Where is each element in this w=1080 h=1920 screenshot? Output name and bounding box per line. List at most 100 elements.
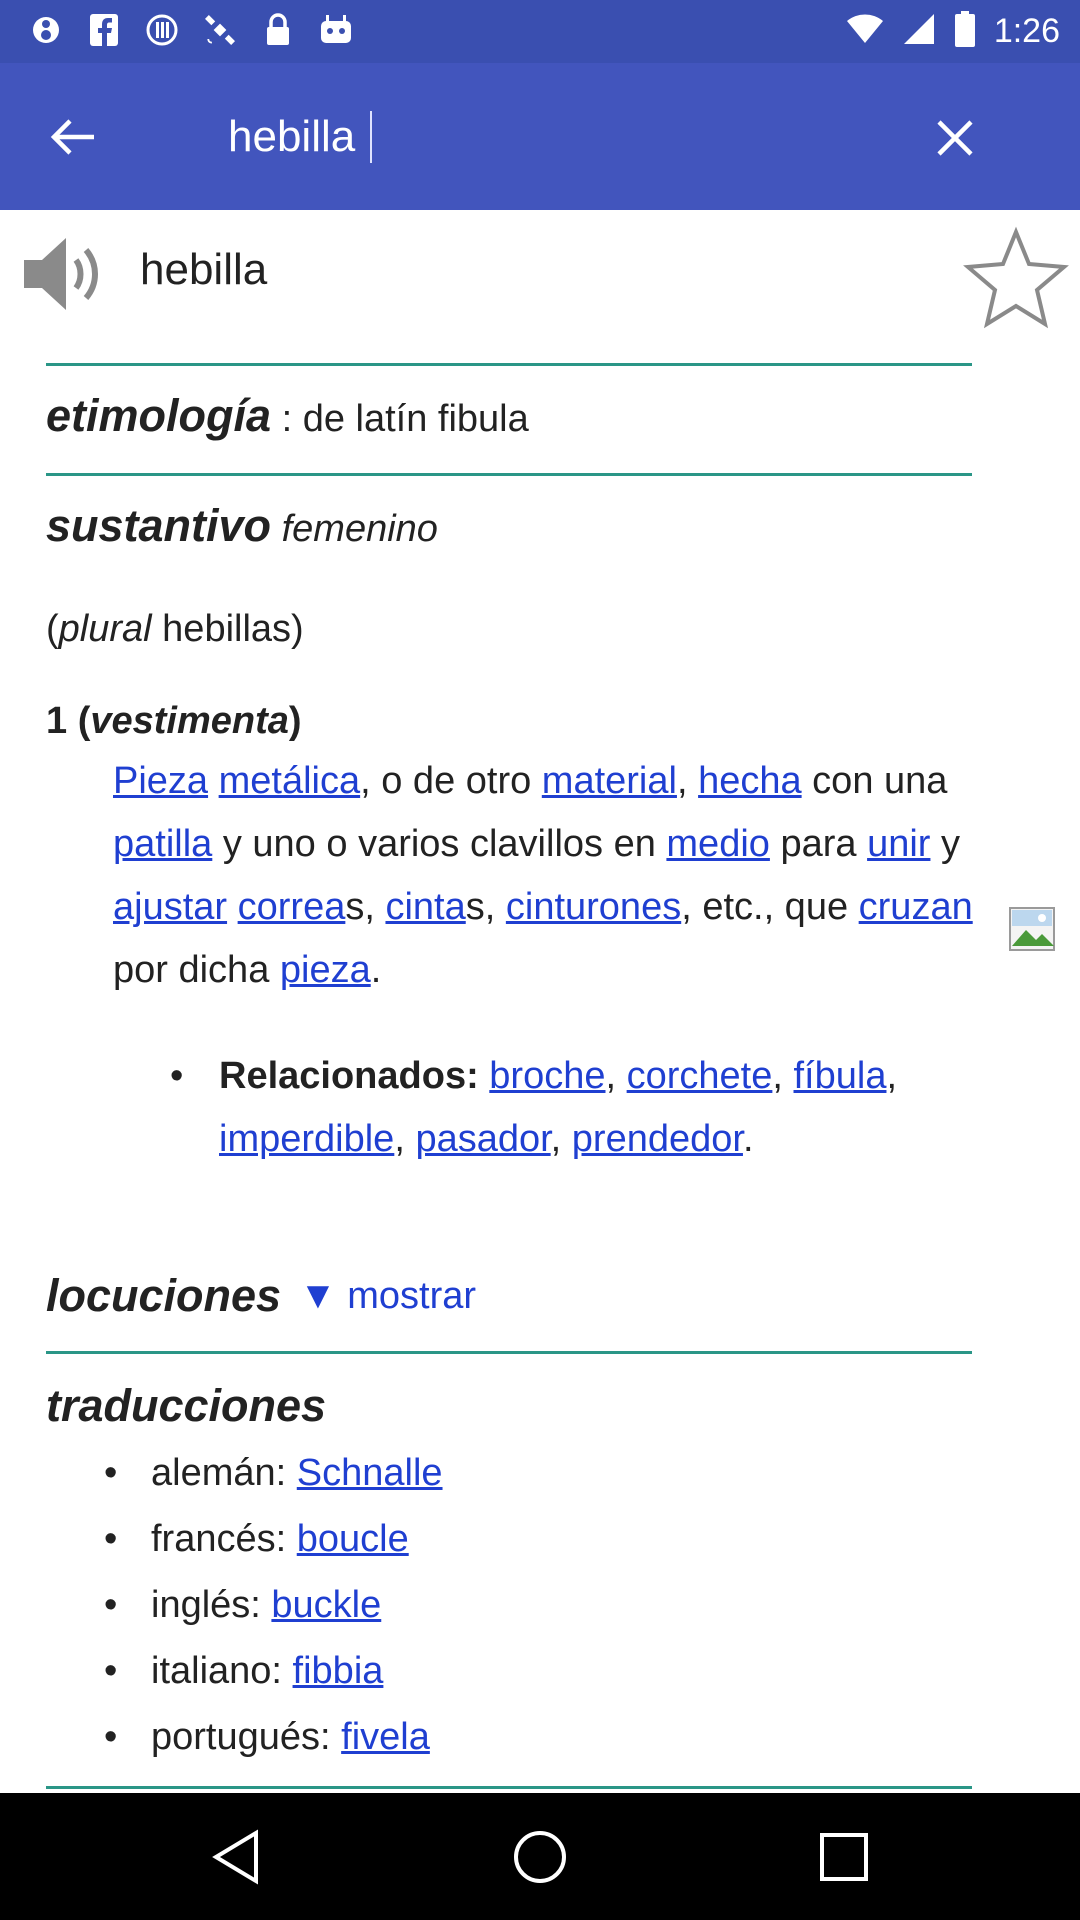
back-button[interactable]	[38, 107, 108, 167]
related-word-link[interactable]: prendedor	[572, 1118, 743, 1160]
definition-link[interactable]: material	[542, 760, 677, 802]
pos-gender: femenino	[281, 508, 438, 550]
nav-recents-icon	[820, 1833, 868, 1881]
section-divider	[46, 1786, 972, 1789]
bullet: •	[170, 1055, 184, 1097]
speaker-button[interactable]	[22, 234, 106, 314]
search-input[interactable]	[228, 112, 368, 162]
section-divider	[46, 1351, 972, 1354]
translation-link[interactable]: boucle	[297, 1518, 409, 1560]
translation-language: francés:	[151, 1518, 287, 1560]
definition-link[interactable]: ajustar	[113, 886, 227, 928]
plural-form: (plural hebillas)	[46, 608, 304, 651]
related-word-link[interactable]: broche	[489, 1055, 605, 1097]
translation-item: italiano: fibbia	[104, 1638, 443, 1704]
text-caret	[370, 111, 372, 163]
nav-back-icon	[212, 1829, 258, 1885]
app-bar	[0, 63, 1080, 210]
back-arrow-icon	[50, 119, 94, 155]
lock-icon	[260, 10, 296, 50]
section-divider	[46, 363, 972, 366]
definition-text: .	[370, 949, 382, 991]
definition-link[interactable]: cinta	[385, 886, 465, 928]
status-icons	[28, 10, 354, 50]
sense-heading: 1 (vestimenta)	[46, 700, 302, 742]
headword-row: hebilla	[0, 210, 1080, 340]
plural-value: hebillas	[162, 608, 292, 650]
definition-text	[227, 886, 238, 928]
cell-signal-icon	[902, 12, 936, 51]
part-of-speech: sustantivo femenino	[46, 500, 438, 552]
definition-text: s,	[345, 886, 386, 928]
sense-number: 1	[46, 700, 68, 742]
plural-close-paren: )	[291, 608, 304, 650]
definition-text	[208, 760, 219, 802]
nav-recents-button[interactable]	[814, 1827, 874, 1887]
expand-triangle-icon: ▼	[299, 1274, 337, 1317]
broken-image-icon	[1008, 906, 1056, 952]
translation-language: italiano:	[151, 1650, 282, 1692]
nav-home-button[interactable]	[510, 1827, 570, 1887]
robot-icon	[318, 10, 354, 50]
definition-link[interactable]: patilla	[113, 823, 212, 865]
headword: hebilla	[140, 245, 268, 294]
definition-text: para	[769, 823, 868, 865]
translation-item: portugués: fivela	[104, 1704, 443, 1770]
favorite-button[interactable]	[962, 226, 1070, 330]
locuciones-section: locuciones ▼ mostrar	[46, 1270, 476, 1322]
locuciones-label: locuciones	[46, 1270, 282, 1321]
plural-open-paren: (	[46, 608, 59, 650]
facebook-icon	[86, 10, 122, 50]
definition-text: s,	[465, 886, 506, 928]
definition-link[interactable]: pieza	[280, 949, 371, 991]
pos-label: sustantivo	[46, 500, 272, 551]
star-outline-icon	[963, 226, 1069, 329]
translation-item: francés: boucle	[104, 1506, 443, 1572]
search-box[interactable]	[228, 97, 828, 177]
related-word-link[interactable]: pasador	[415, 1118, 550, 1160]
definition-link[interactable]: metálica	[219, 760, 361, 802]
related-word-link[interactable]: imperdible	[219, 1118, 394, 1160]
definition-link[interactable]: Pieza	[113, 760, 208, 802]
etymology: etimología : de latín fibula	[46, 390, 529, 442]
satellite-icon	[202, 10, 238, 50]
status-right: 1:26	[846, 8, 1060, 54]
wifi-icon	[846, 13, 884, 50]
definition-link[interactable]: hecha	[698, 760, 802, 802]
translations-list: alemán: Schnallefrancés: boucleinglés: b…	[104, 1440, 443, 1770]
definition-link[interactable]: unir	[867, 823, 930, 865]
translation-link[interactable]: fibbia	[293, 1650, 384, 1692]
navigation-bar	[0, 1793, 1080, 1920]
definition-text: y uno o varios clavillos en	[212, 823, 667, 865]
translation-link[interactable]: Schnalle	[297, 1452, 443, 1494]
close-icon	[937, 120, 973, 156]
definition-link[interactable]: correa	[238, 886, 346, 928]
related-word-link[interactable]: fíbula	[794, 1055, 887, 1097]
translation-language: portugués:	[151, 1716, 331, 1758]
definition-link[interactable]: medio	[666, 823, 770, 865]
related-label: Relacionados:	[219, 1055, 479, 1097]
etymology-text: : de latín fibula	[281, 398, 529, 440]
section-divider	[46, 473, 972, 476]
clear-search-button[interactable]	[920, 103, 990, 173]
speaker-icon	[24, 238, 98, 310]
definition-text: y	[930, 823, 961, 865]
battery-icon	[954, 10, 976, 53]
translations-title: traducciones	[46, 1380, 327, 1431]
definition-text: , etc., que	[681, 886, 859, 928]
nav-back-button[interactable]	[206, 1827, 266, 1887]
related-words: • Relacionados: broche, corchete, fíbula…	[170, 1045, 970, 1171]
translation-item: inglés: buckle	[104, 1572, 443, 1638]
translation-link[interactable]: fivela	[341, 1716, 430, 1758]
definition-link[interactable]: cruzan	[859, 886, 973, 928]
definition-text: , o de otro	[360, 760, 542, 802]
definition-text: por dicha	[113, 949, 280, 991]
related-word-link[interactable]: corchete	[627, 1055, 773, 1097]
status-bar: 1:26	[0, 0, 1080, 63]
show-locuciones-toggle[interactable]: ▼ mostrar	[299, 1275, 476, 1318]
dictionary-entry: hebilla etimología : de latín fibula sus…	[0, 210, 1080, 1793]
sense-definition: Pieza metálica, o de otro material, hech…	[113, 750, 973, 1002]
plural-label: plural	[58, 608, 152, 650]
definition-link[interactable]: cinturones	[506, 886, 681, 928]
translation-link[interactable]: buckle	[271, 1584, 381, 1626]
